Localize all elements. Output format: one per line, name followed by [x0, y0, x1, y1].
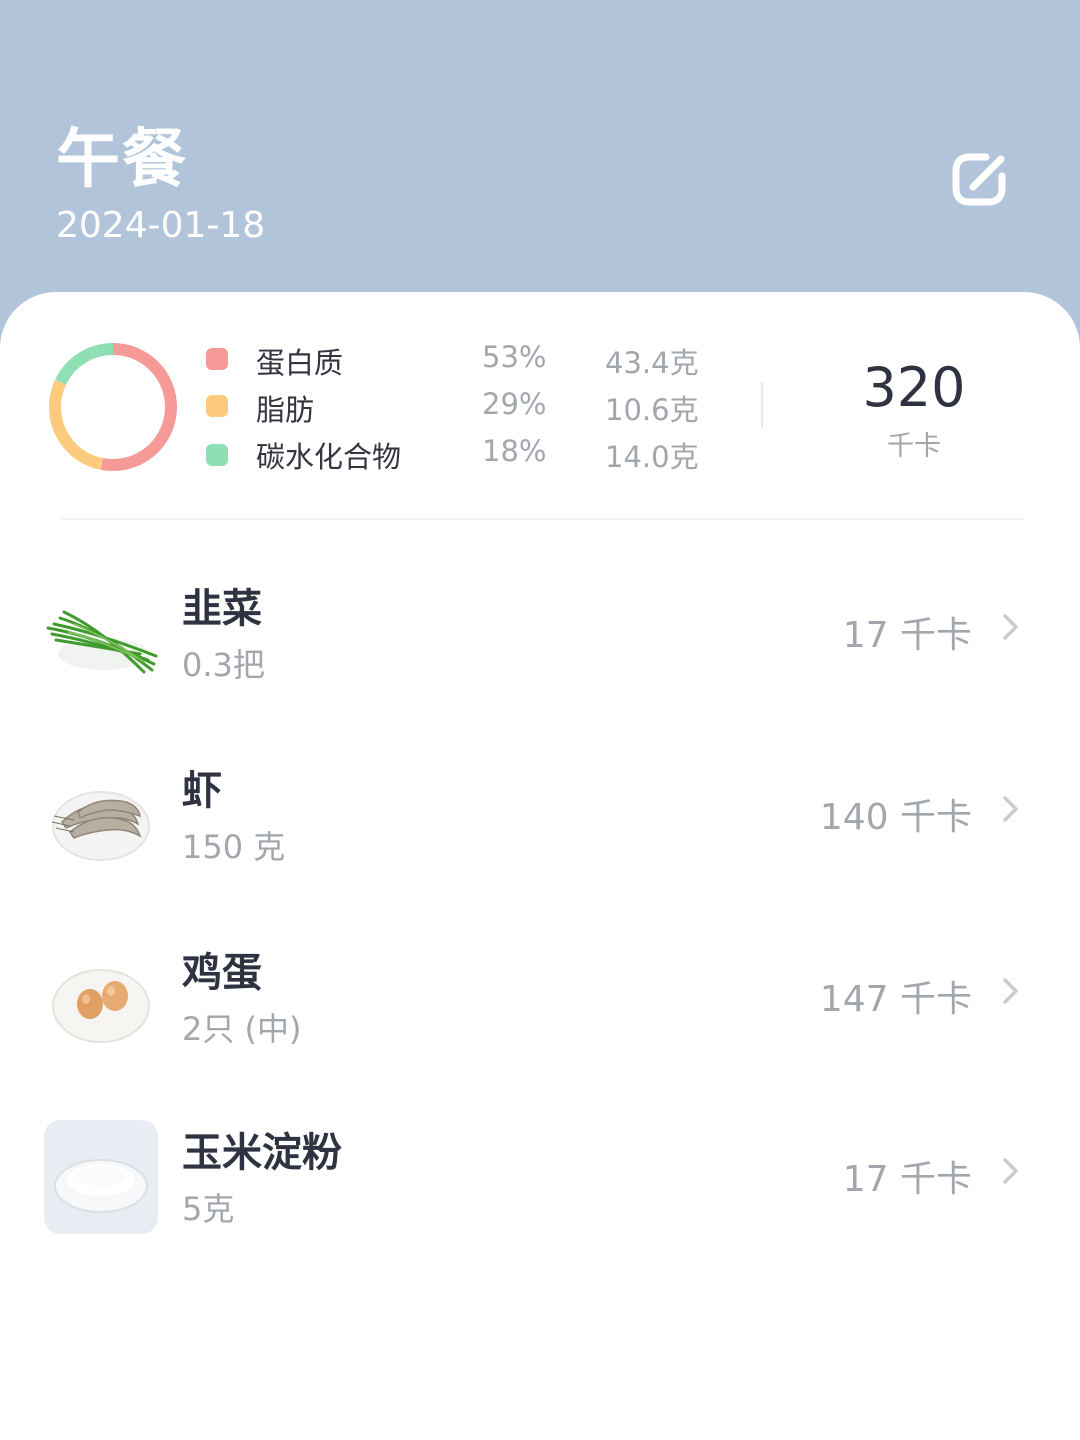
- macro-grams: 10.6克: [605, 393, 699, 427]
- food-amount: 0.3把: [182, 646, 265, 684]
- food-amount: 150 克: [182, 828, 286, 866]
- food-item-chives[interactable]: 韭菜 0.3把 17 千卡: [0, 576, 1080, 736]
- summary-divider: [761, 382, 763, 428]
- shrimp-image: [51, 791, 150, 861]
- macro-percent: 29%: [482, 387, 547, 421]
- cornstarch-image: [44, 1120, 158, 1234]
- food-amount: 5克: [182, 1190, 235, 1228]
- macro-percent: 18%: [482, 434, 547, 468]
- meal-title: 午餐: [56, 123, 188, 197]
- macro-name: 碳水化合物: [256, 440, 402, 474]
- chevron-right-icon: [1003, 614, 1018, 640]
- section-divider: [62, 518, 1024, 520]
- macro-percent: 53%: [482, 340, 547, 374]
- eggs-image: [52, 969, 150, 1043]
- carbs-color-dot: [206, 444, 228, 466]
- chevron-right-icon: [1003, 978, 1018, 1004]
- food-name: 韭菜: [182, 586, 262, 632]
- food-calories: 147 千卡: [819, 979, 972, 1020]
- total-calories-unit: 千卡: [887, 431, 941, 462]
- food-calories: 140 千卡: [819, 797, 972, 838]
- food-item-cornstarch[interactable]: 玉米淀粉 5克 17 千卡: [0, 1120, 1080, 1280]
- food-calories: 17 千卡: [842, 615, 972, 656]
- food-name: 鸡蛋: [182, 950, 262, 996]
- food-calories: 17 千卡: [842, 1159, 972, 1200]
- edit-button[interactable]: [948, 146, 1014, 212]
- food-name: 玉米淀粉: [182, 1130, 342, 1176]
- chevron-right-icon: [1003, 1158, 1018, 1184]
- macro-grams: 14.0克: [605, 440, 699, 474]
- macro-name: 脂肪: [256, 393, 315, 427]
- protein-color-dot: [206, 348, 228, 370]
- fat-color-dot: [206, 395, 228, 417]
- meal-header: 午餐 2024-01-18: [0, 0, 1080, 330]
- total-calories: 320: [862, 356, 966, 419]
- macro-donut-chart: [49, 343, 177, 471]
- chevron-right-icon: [1003, 796, 1018, 822]
- edit-icon: [952, 153, 1006, 206]
- food-name: 虾: [182, 768, 222, 814]
- food-amount: 2只 (中): [182, 1010, 302, 1048]
- meal-date: 2024-01-18: [56, 205, 266, 246]
- macro-grams: 43.4克: [605, 346, 699, 380]
- food-item-shrimp[interactable]: 虾 150 克 140 千卡: [0, 758, 1080, 918]
- food-item-eggs[interactable]: 鸡蛋 2只 (中) 147 千卡: [0, 940, 1080, 1100]
- chives-image: [46, 610, 158, 674]
- macro-name: 蛋白质: [256, 346, 344, 380]
